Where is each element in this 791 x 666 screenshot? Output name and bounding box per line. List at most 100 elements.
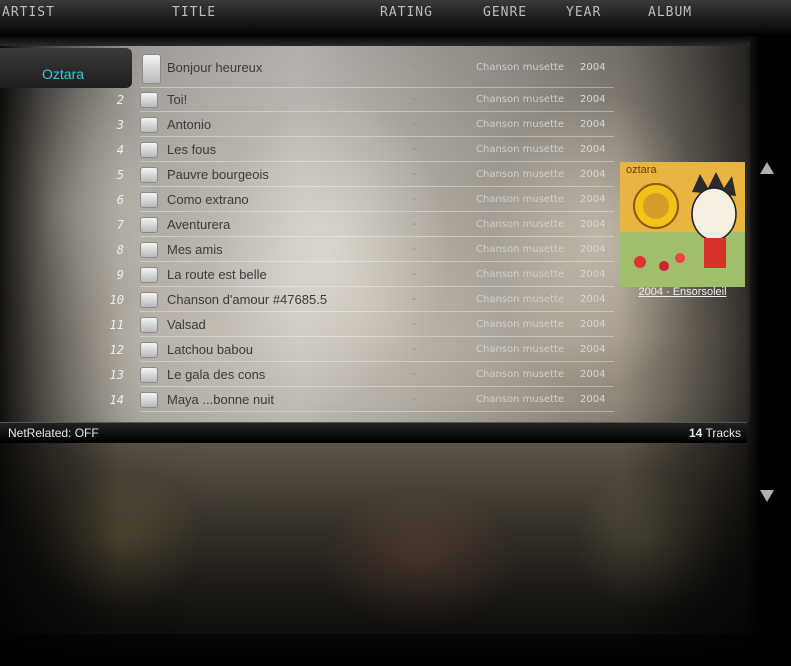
track-number: 13 — [109, 368, 124, 382]
track-row[interactable]: 8 Mes amis - Chanson musette 2004 — [0, 238, 620, 262]
track-genre: Chanson musette — [476, 144, 565, 155]
track-row[interactable]: 13 Le gala des cons - Chanson musette 2004 — [0, 363, 620, 387]
album-label-link[interactable]: 2004 - Ensorsoleil — [620, 286, 745, 298]
track-row[interactable]: 14 Maya ...bonne nuit - Chanson musette 2004 — [0, 388, 620, 412]
net-related-toggle[interactable]: NetRelated: OFF — [8, 426, 99, 440]
track-title: Le gala des cons — [167, 367, 266, 382]
track-number: 5 — [116, 168, 124, 182]
track-number: 14 — [109, 393, 124, 407]
track-number: 11 — [109, 318, 124, 332]
track-checkbox[interactable] — [140, 367, 158, 383]
track-checkbox[interactable] — [140, 342, 158, 358]
track-rating[interactable]: - — [412, 92, 416, 105]
track-checkbox[interactable] — [140, 192, 158, 208]
track-year: 2004 — [580, 319, 606, 330]
arrow-up-icon — [760, 162, 774, 174]
track-row[interactable]: 5 Pauvre bourgeois - Chanson musette 2004 — [0, 163, 620, 187]
column-header-title[interactable]: TITLE — [172, 5, 216, 20]
track-number: 12 — [109, 343, 124, 357]
track-checkbox[interactable] — [140, 392, 158, 408]
track-checkbox[interactable] — [140, 267, 158, 283]
track-title: Toi! — [167, 92, 188, 107]
album-cover[interactable]: oztara — [620, 162, 745, 287]
column-header-artist[interactable]: ARTIST — [2, 5, 55, 20]
scroll-down-button[interactable] — [760, 490, 774, 506]
column-header-genre[interactable]: GENRE — [483, 5, 527, 20]
track-row[interactable]: 7 Aventurera - Chanson musette 2004 — [0, 213, 620, 237]
row-divider — [140, 136, 614, 137]
track-rating[interactable]: - — [412, 217, 416, 230]
track-rating[interactable]: - — [412, 192, 416, 205]
track-genre: Chanson musette — [476, 394, 565, 405]
track-rating[interactable]: - — [412, 317, 416, 330]
track-rating[interactable]: - — [412, 292, 416, 305]
track-title: Bonjour heureux — [167, 60, 263, 75]
track-title: Les fous — [167, 142, 217, 157]
track-year: 2004 — [580, 194, 606, 205]
track-year: 2004 — [580, 219, 606, 230]
track-year: 2004 — [580, 394, 606, 405]
track-row[interactable]: 3 Antonio - Chanson musette 2004 — [0, 113, 620, 137]
track-row[interactable]: 11 Valsad - Chanson musette 2004 — [0, 313, 620, 337]
track-row[interactable]: 10 Chanson d'amour #47685.5 - Chanson muset… — [0, 288, 620, 312]
column-header-rating[interactable]: RATING — [380, 5, 433, 20]
track-year: 2004 — [580, 244, 606, 255]
column-header-album[interactable]: ALBUM — [648, 5, 692, 20]
track-checkbox[interactable] — [140, 92, 158, 108]
track-rating[interactable]: - — [412, 117, 416, 130]
track-genre: Chanson musette — [476, 169, 565, 180]
track-title: Mes amis — [167, 242, 223, 257]
track-title: Como extrano — [167, 192, 249, 207]
track-checkbox[interactable] — [140, 317, 158, 333]
track-checkbox[interactable] — [140, 117, 158, 133]
column-header-year[interactable]: YEAR — [566, 5, 601, 20]
track-year: 2004 — [580, 269, 606, 280]
bottom-bar — [0, 634, 791, 666]
track-checkbox[interactable] — [140, 167, 158, 183]
track-genre: Chanson musette — [476, 369, 565, 380]
track-checkbox[interactable] — [140, 217, 158, 233]
track-rating[interactable]: - — [412, 60, 416, 73]
track-checkbox[interactable] — [140, 142, 158, 158]
track-rating[interactable]: - — [412, 392, 416, 405]
track-year: 2004 — [580, 62, 606, 73]
track-year: 2004 — [580, 369, 606, 380]
track-number: 10 — [109, 293, 124, 307]
status-bar: NetRelated: OFF 14 Tracks — [0, 422, 747, 443]
track-title: La route est belle — [167, 267, 267, 282]
track-rating[interactable]: - — [412, 142, 416, 155]
track-checkbox[interactable] — [142, 54, 161, 84]
row-divider — [140, 236, 614, 237]
track-row[interactable]: 2 Toi! - Chanson musette 2004 — [0, 88, 620, 112]
scroll-up-button[interactable] — [760, 162, 774, 178]
track-rating[interactable]: - — [412, 242, 416, 255]
track-rating[interactable]: - — [412, 267, 416, 280]
track-row[interactable]: 12 Latchou babou - Chanson musette 2004 — [0, 338, 620, 362]
track-count-label: Tracks — [705, 426, 741, 440]
track-genre: Chanson musette — [476, 344, 565, 355]
track-checkbox[interactable] — [140, 292, 158, 308]
row-divider — [140, 111, 614, 112]
column-header-bar: ARTIST TITLE RATING GENRE YEAR ALBUM — [0, 0, 791, 36]
track-number: 7 — [116, 218, 124, 232]
track-row[interactable]: 9 La route est belle - Chanson musette 2004 — [0, 263, 620, 287]
track-title: Latchou babou — [167, 342, 254, 357]
track-genre: Chanson musette — [476, 319, 565, 330]
track-title: Valsad — [167, 317, 206, 332]
track-rating[interactable]: - — [412, 342, 416, 355]
track-rating[interactable]: - — [412, 167, 416, 180]
track-row[interactable]: Bonjour heureux - Chanson musette 2004 — [0, 48, 620, 88]
track-row[interactable]: 4 Les fous - Chanson musette 2004 — [0, 138, 620, 162]
track-genre: Chanson musette — [476, 119, 565, 130]
row-divider — [140, 336, 614, 337]
track-row[interactable]: 6 Como extrano - Chanson musette 2004 — [0, 188, 620, 212]
track-title: Pauvre bourgeois — [167, 167, 269, 182]
track-rating[interactable]: - — [412, 367, 416, 380]
track-year: 2004 — [580, 169, 606, 180]
row-divider — [140, 161, 614, 162]
row-divider — [140, 411, 614, 412]
track-checkbox[interactable] — [140, 242, 158, 258]
track-year: 2004 — [580, 144, 606, 155]
track-number: 2 — [116, 93, 124, 107]
track-title: Chanson d'amour #47685.5 — [167, 292, 328, 307]
